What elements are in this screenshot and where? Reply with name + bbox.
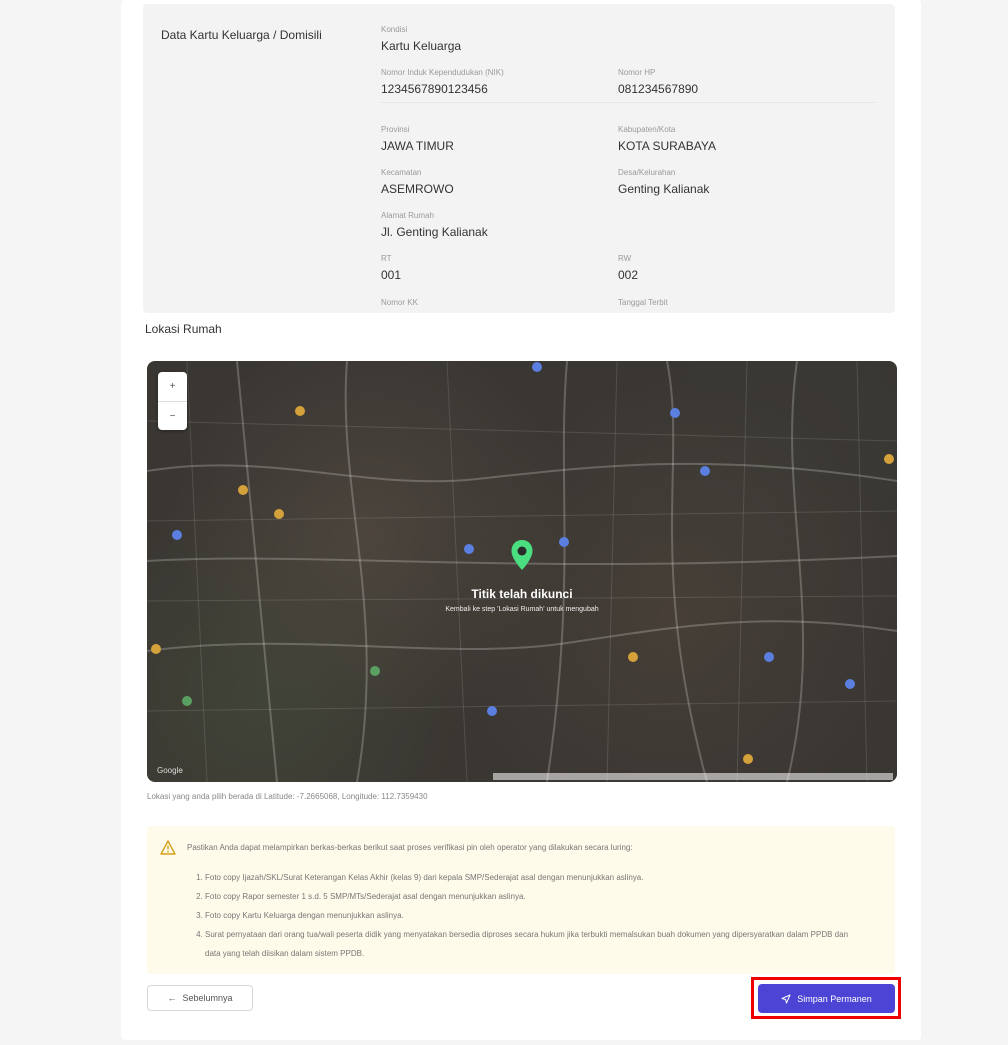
- requirements-list: Foto copy Ijazah/SKL/Surat Keterangan Ke…: [205, 868, 865, 963]
- field-value: JAWA TIMUR: [381, 139, 454, 153]
- field-label: Nomor KK: [381, 298, 418, 307]
- field-value: Genting Kalianak: [618, 182, 710, 196]
- location-pin-icon: [511, 540, 533, 570]
- field-kecamatan: Kecamatan ASEMROWO: [381, 168, 454, 196]
- list-item: Surat pernyataan dari orang tua/wali pes…: [205, 925, 865, 963]
- map-zoom-control: + −: [158, 372, 187, 430]
- save-permanent-button[interactable]: Simpan Permanen: [758, 984, 895, 1013]
- location-map[interactable]: + − Titik telah dikunci Kembali ke step …: [147, 361, 897, 782]
- zoom-in-button[interactable]: +: [158, 372, 187, 401]
- section-divider: [381, 102, 875, 103]
- field-kabupaten: Kabupaten/Kota KOTA SURABAYA: [618, 125, 716, 153]
- field-label: Alamat Rumah: [381, 211, 434, 220]
- notice-intro: Pastikan Anda dapat melampirkan berkas-b…: [187, 843, 633, 852]
- field-hp: Nomor HP 081234567890: [618, 68, 698, 96]
- list-item: Foto copy Kartu Keluarga dengan menunjuk…: [205, 906, 865, 925]
- kk-section-title: Data Kartu Keluarga / Domisili: [161, 28, 322, 42]
- zoom-out-button[interactable]: −: [158, 401, 187, 430]
- field-label: Kabupaten/Kota: [618, 125, 676, 134]
- map-attribution: [493, 773, 893, 780]
- field-rw: RW 002: [618, 254, 638, 282]
- field-label: RT: [381, 254, 392, 263]
- save-button-label: Simpan Permanen: [797, 993, 872, 1004]
- previous-button[interactable]: ← Sebelumnya: [147, 985, 253, 1011]
- field-nik: Nomor Induk Kependudukan (NIK) 123456789…: [381, 68, 504, 96]
- field-value: 081234567890: [618, 82, 699, 96]
- field-desa: Desa/Kelurahan Genting Kalianak: [618, 168, 709, 196]
- field-value: 001: [381, 268, 402, 282]
- map-roads: [147, 361, 897, 782]
- previous-button-label: Sebelumnya: [182, 993, 233, 1003]
- field-nomor-kk: Nomor KK: [381, 298, 418, 308]
- pin-locked-subtitle: Kembali ke step 'Lokasi Rumah' untuk men…: [445, 606, 599, 613]
- form-card: Data Kartu Keluarga / Domisili Kondisi K…: [121, 0, 921, 1040]
- field-label: Nomor HP: [618, 68, 656, 77]
- field-kondisi: Kondisi Kartu Keluarga: [381, 25, 461, 53]
- field-rt: RT 001: [381, 254, 401, 282]
- kk-data-panel: Data Kartu Keluarga / Domisili Kondisi K…: [143, 4, 895, 313]
- field-label: Tanggal Terbit: [618, 298, 668, 307]
- list-item: Foto copy Ijazah/SKL/Surat Keterangan Ke…: [205, 868, 865, 887]
- requirements-notice: Pastikan Anda dapat melampirkan berkas-b…: [147, 826, 895, 974]
- coordinates-text: Lokasi yang anda pilih berada di Latitud…: [147, 792, 428, 801]
- field-alamat: Alamat Rumah Jl. Genting Kalianak: [381, 211, 488, 239]
- google-logo: Google: [157, 766, 183, 775]
- list-item: Foto copy Rapor semester 1 s.d. 5 SMP/MT…: [205, 887, 865, 906]
- field-label: Provinsi: [381, 125, 410, 134]
- field-value: Kartu Keluarga: [381, 39, 462, 53]
- field-provinsi: Provinsi JAWA TIMUR: [381, 125, 454, 153]
- arrow-left-icon: ←: [167, 993, 177, 1003]
- field-value: 002: [618, 268, 639, 282]
- pin-locked-title: Titik telah dikunci: [471, 587, 573, 601]
- field-label: Nomor Induk Kependudukan (NIK): [381, 68, 504, 77]
- field-value: ASEMROWO: [381, 182, 454, 196]
- field-value: Jl. Genting Kalianak: [381, 225, 488, 239]
- field-tanggal-terbit: Tanggal Terbit: [618, 298, 668, 308]
- field-value: KOTA SURABAYA: [618, 139, 717, 153]
- field-value: 1234567890123456: [381, 82, 488, 96]
- warning-icon: [160, 840, 176, 855]
- field-label: Kecamatan: [381, 168, 422, 177]
- field-label: Desa/Kelurahan: [618, 168, 676, 177]
- send-icon: [781, 994, 791, 1003]
- field-label: RW: [618, 254, 632, 263]
- lokasi-section-title: Lokasi Rumah: [145, 322, 222, 336]
- field-label: Kondisi: [381, 25, 408, 34]
